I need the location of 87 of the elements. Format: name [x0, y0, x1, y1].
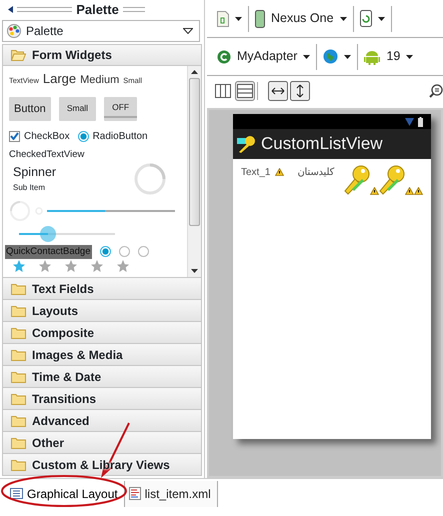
- editor-tab[interactable]: list_item.xml: [124, 480, 218, 506]
- text-view-sample[interactable]: Medium: [80, 72, 120, 88]
- star-icon: [117, 260, 129, 272]
- fit-height-icon[interactable]: [290, 81, 310, 101]
- progress-ring-icon: [133, 162, 167, 196]
- radio-button[interactable]: [78, 130, 89, 142]
- quick-contact-badge[interactable]: QuickContactBadge: [5, 244, 92, 259]
- category-header[interactable]: Images & Media: [2, 344, 202, 366]
- toggle-button[interactable]: OFF: [104, 96, 138, 120]
- columns-icon: [215, 84, 231, 98]
- category-header[interactable]: Time & Date: [2, 366, 202, 388]
- warning-icon: [275, 168, 284, 176]
- radio-button[interactable]: [100, 246, 110, 258]
- list-item-label: کلیدستان: [297, 166, 334, 180]
- rows-icon: [237, 84, 253, 98]
- folder-icon: [11, 436, 26, 448]
- button-sample[interactable]: Button: [9, 96, 51, 120]
- key-icon: [379, 165, 405, 195]
- xml-file-icon: [128, 487, 141, 500]
- zoom-icon[interactable]: [429, 84, 443, 98]
- scrollbar[interactable]: [187, 66, 201, 277]
- palette-icon: [7, 24, 21, 38]
- collapse-icon[interactable]: [8, 6, 13, 13]
- radio-button[interactable]: [118, 246, 130, 258]
- dropdown-caret-icon[interactable]: [235, 16, 242, 20]
- class-icon: [217, 50, 231, 64]
- category-header[interactable]: Transitions: [2, 388, 202, 410]
- checkbox-label: CheckBox: [24, 130, 70, 144]
- palette-dropdown[interactable]: Palette: [2, 20, 200, 42]
- dropdown-caret-icon[interactable]: [183, 28, 193, 34]
- dropdown-caret-icon[interactable]: [406, 54, 414, 58]
- fit-width-icon[interactable]: [268, 81, 288, 101]
- radio-label: RadioButton: [92, 130, 148, 144]
- globe-icon[interactable]: [323, 49, 338, 64]
- open-folder-icon: [11, 49, 26, 61]
- category-header[interactable]: Form Widgets: [2, 44, 202, 66]
- android-icon: [364, 48, 380, 64]
- category-header[interactable]: Layouts: [2, 300, 202, 322]
- dropdown-caret-icon[interactable]: [378, 16, 385, 20]
- wifi-icon: [405, 118, 414, 126]
- spinner-title[interactable]: Spinner: [13, 163, 56, 182]
- progress-ring-icon: [9, 200, 31, 222]
- star-icon: [13, 260, 25, 272]
- dropdown-caret-icon[interactable]: [344, 54, 352, 58]
- scroll-down-icon[interactable]: [191, 269, 198, 273]
- spinner-subtitle: Sub Item: [13, 182, 46, 194]
- battery-icon: [418, 116, 423, 126]
- activity-selector[interactable]: MyAdapter: [237, 47, 298, 66]
- seek-thumb[interactable]: [40, 226, 56, 242]
- category-header[interactable]: Composite: [2, 322, 202, 344]
- text-view-sample[interactable]: Large: [42, 69, 76, 88]
- folder-icon: [11, 392, 26, 404]
- category-header[interactable]: Advanced: [2, 410, 202, 432]
- layout-icon: [10, 488, 23, 499]
- api-level-selector[interactable]: 19: [386, 47, 400, 66]
- checked-text-view[interactable]: CheckedTextView: [9, 148, 181, 162]
- app-title: CustomListView: [261, 133, 383, 156]
- folder-icon: [11, 282, 26, 294]
- rotate-icon[interactable]: [360, 10, 372, 27]
- folder-icon: [11, 458, 26, 470]
- button-sample[interactable]: Small: [58, 96, 96, 120]
- document-icon[interactable]: [217, 10, 229, 26]
- folder-icon: [11, 414, 26, 426]
- star-icon: [39, 260, 51, 272]
- phone-icon: [255, 10, 265, 28]
- folder-icon: [11, 326, 26, 338]
- category-header[interactable]: Other: [2, 432, 202, 454]
- category-header[interactable]: Text Fields: [2, 278, 202, 300]
- radio-button[interactable]: [138, 246, 148, 258]
- checkbox[interactable]: [9, 130, 20, 142]
- columns-view-toggle[interactable]: [213, 81, 233, 101]
- folder-icon: [11, 370, 26, 382]
- dropdown-caret-icon[interactable]: [303, 54, 310, 58]
- check-icon: [10, 132, 19, 140]
- view-title: Palette: [76, 0, 119, 19]
- key-icon: [344, 165, 370, 195]
- star-icon: [91, 260, 103, 272]
- scroll-up-icon[interactable]: [191, 70, 198, 74]
- folder-icon: [11, 304, 26, 316]
- dropdown-caret-icon[interactable]: [340, 16, 347, 20]
- star-icon: [65, 260, 77, 272]
- rows-view-toggle[interactable]: [235, 81, 255, 101]
- key-icon: [237, 135, 257, 153]
- list-item-text: Text_1: [241, 166, 270, 180]
- folder-icon: [11, 348, 26, 360]
- device-selector[interactable]: Nexus One: [271, 9, 334, 28]
- warning-icon: [370, 187, 379, 195]
